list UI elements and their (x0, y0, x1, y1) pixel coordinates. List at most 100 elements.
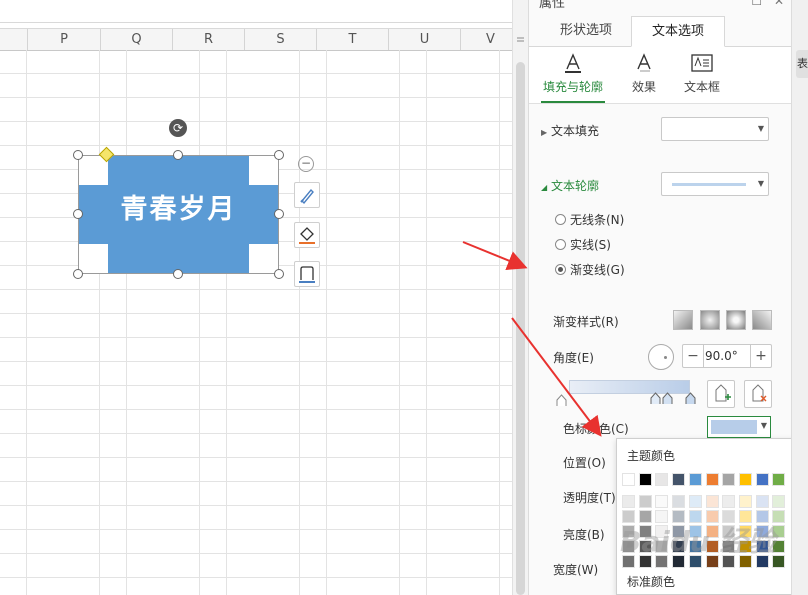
gradient-stop-marker-icon[interactable] (556, 394, 567, 406)
vertical-scrollbar[interactable] (512, 0, 529, 595)
theme-color-swatch[interactable] (622, 473, 635, 486)
width-label: 宽度(W) (553, 563, 599, 577)
theme-colors-label: 主题颜色 (627, 449, 676, 463)
radio-label: 实线(S) (570, 238, 611, 252)
gradient-style-radial[interactable] (700, 310, 720, 330)
panel-title: 属性 (539, 0, 566, 11)
selection-frame (78, 155, 279, 274)
color-palette-popup: 主题颜色 标准颜色 (616, 438, 808, 595)
scrollbar-thumb[interactable] (516, 62, 525, 595)
subtab-label: 填充与轮廓 (542, 80, 603, 94)
angle-stepper[interactable]: − 90.0° + (682, 344, 772, 368)
theme-shade-swatch[interactable] (738, 495, 752, 508)
theme-color-swatch[interactable] (688, 473, 702, 486)
resize-handle-top-right[interactable] (274, 150, 284, 160)
column-header-s[interactable]: S (244, 29, 316, 50)
gradient-style-rect[interactable] (726, 310, 746, 330)
theme-shade-swatch[interactable] (655, 495, 669, 508)
gradient-stop-marker-icon[interactable] (650, 392, 661, 404)
theme-color-swatch[interactable] (755, 473, 769, 486)
scroll-up-icon[interactable] (516, 33, 525, 45)
close-icon[interactable]: ✕ (774, 0, 784, 8)
theme-color-swatch[interactable] (705, 473, 719, 486)
angle-value[interactable]: 90.0° (705, 345, 749, 367)
column-header-q[interactable]: Q (100, 29, 172, 50)
dropdown-caret-icon: ▼ (760, 421, 767, 430)
shape-style-button[interactable] (294, 182, 320, 208)
resize-handle-right[interactable] (274, 209, 284, 219)
standard-colors-label: 标准颜色 (627, 575, 676, 589)
gradient-style-path[interactable] (752, 310, 772, 330)
restore-icon[interactable]: ☐ (751, 0, 762, 8)
stop-color-dropdown[interactable]: ▼ (707, 416, 771, 438)
text-fill-section[interactable]: ▶ 文本填充 (541, 122, 599, 139)
radio-no-line[interactable]: 无线条(N) (555, 211, 624, 228)
radio-gradient-line[interactable]: 渐变线(G) (555, 261, 625, 278)
dropdown-caret-icon: ▼ (757, 124, 764, 133)
column-header-p[interactable]: P (27, 29, 100, 50)
tab-shape-options[interactable]: 形状选项 (543, 16, 629, 46)
theme-color-swatch[interactable] (655, 473, 669, 486)
column-header-u[interactable]: U (388, 29, 460, 50)
angle-dial-icon[interactable] (648, 344, 674, 370)
active-subtab-indicator (541, 101, 605, 103)
gradient-stop-marker-icon[interactable] (662, 392, 673, 404)
spreadsheet-area[interactable]: P Q R S T U V 青春岁月 ⟳ − (0, 0, 512, 595)
theme-shade-swatch[interactable] (622, 495, 635, 508)
gradient-style-linear[interactable] (673, 310, 693, 330)
text-fill-outline-icon (565, 53, 581, 73)
theme-color-swatch[interactable] (722, 473, 736, 486)
shape-fill-button[interactable] (294, 222, 320, 248)
tab-text-options[interactable]: 文本选项 (631, 16, 725, 47)
column-header-r[interactable]: R (172, 29, 244, 50)
radio-label: 渐变线(G) (570, 263, 625, 277)
subtab-textbox[interactable]: 文本框 (667, 51, 737, 95)
column-header-v[interactable]: V (460, 29, 512, 50)
brightness-label: 亮度(B) (563, 528, 605, 542)
cell-grid[interactable] (0, 50, 512, 595)
theme-shade-swatch[interactable] (688, 495, 702, 508)
rotate-handle-icon[interactable]: ⟳ (169, 119, 187, 137)
rail-button[interactable]: 表 (796, 50, 808, 78)
collapse-toolbar-icon[interactable]: − (298, 156, 314, 172)
add-gradient-stop-button[interactable] (707, 380, 735, 408)
textbox-icon (691, 54, 713, 72)
theme-shade-swatch[interactable] (772, 495, 786, 508)
resize-handle-bottom-left[interactable] (73, 269, 83, 279)
theme-color-swatch[interactable] (672, 473, 686, 486)
theme-color-swatch[interactable] (738, 473, 752, 486)
text-outline-section[interactable]: ◢ 文本轮廓 (541, 177, 599, 194)
radio-label: 无线条(N) (570, 213, 625, 227)
theme-shade-swatch[interactable] (638, 495, 652, 508)
shape-outline-button[interactable] (294, 261, 320, 287)
transparency-label: 透明度(T) (563, 491, 616, 505)
formula-bar[interactable] (0, 0, 512, 23)
text-fill-dropdown[interactable]: ▼ (661, 117, 769, 141)
theme-color-swatch[interactable] (772, 473, 786, 486)
column-header-row: P Q R S T U V (0, 28, 512, 51)
gradient-stop-marker-icon[interactable] (685, 392, 696, 404)
remove-gradient-stop-button[interactable] (744, 380, 772, 408)
resize-handle-bottom[interactable] (173, 269, 183, 279)
stop-color-label: 色标颜色(C) (563, 422, 629, 436)
resize-handle-top-left[interactable] (73, 150, 83, 160)
subtab-fill-outline[interactable]: 填充与轮廓 (538, 51, 608, 95)
theme-shade-swatch[interactable] (672, 495, 686, 508)
angle-increase-button[interactable]: + (750, 345, 771, 367)
theme-shade-swatch[interactable] (722, 495, 736, 508)
column-header-t[interactable]: T (316, 29, 388, 50)
resize-handle-top[interactable] (173, 150, 183, 160)
radio-solid-line[interactable]: 实线(S) (555, 236, 611, 253)
theme-color-swatch[interactable] (638, 473, 652, 486)
panel-tabs: 形状选项 文本选项 (529, 16, 792, 47)
brush-icon (300, 188, 314, 205)
outline-preview (672, 183, 746, 186)
resize-handle-left[interactable] (73, 209, 83, 219)
theme-shade-swatch[interactable] (755, 495, 769, 508)
resize-handle-bottom-right[interactable] (274, 269, 284, 279)
theme-shade-swatch[interactable] (705, 495, 719, 508)
text-effect-icon (637, 53, 651, 72)
text-outline-dropdown[interactable]: ▼ (661, 172, 769, 196)
position-label: 位置(O) (563, 456, 606, 470)
angle-decrease-button[interactable]: − (683, 345, 704, 367)
